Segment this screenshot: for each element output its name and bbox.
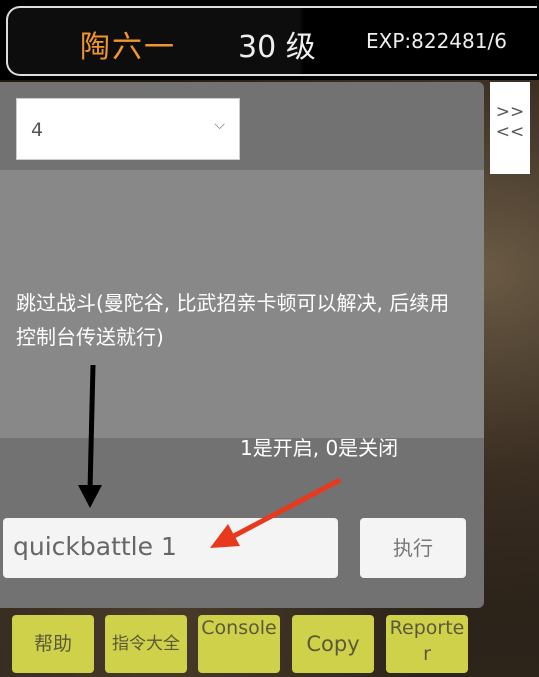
red-arrow-icon xyxy=(210,477,342,548)
black-arrow-icon xyxy=(78,364,102,508)
annotation-arrows xyxy=(78,364,342,548)
